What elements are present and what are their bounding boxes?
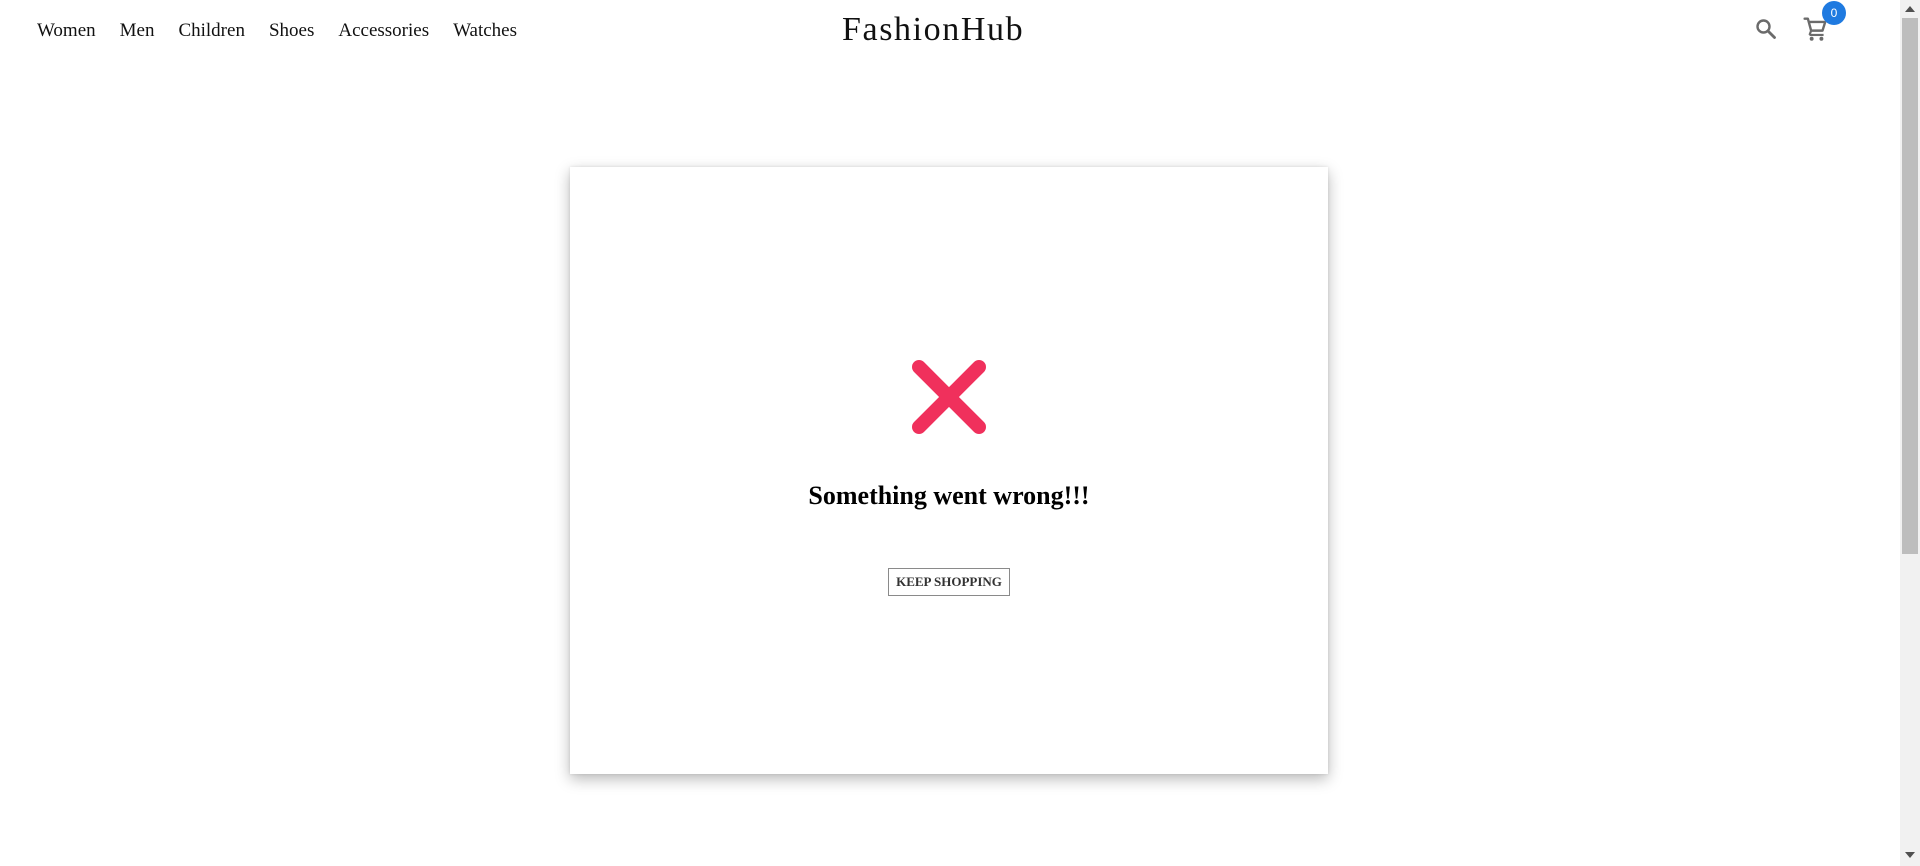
nav-item-women[interactable]: Women: [37, 19, 96, 43]
nav-item-shoes[interactable]: Shoes: [269, 19, 314, 43]
error-message: Something went wrong!!!: [808, 481, 1090, 510]
cart-count-badge: 0: [1822, 1, 1846, 25]
nav-item-children[interactable]: Children: [178, 19, 245, 43]
error-card: Something went wrong!!! KEEP SHOPPING: [570, 167, 1328, 774]
header-actions: 0: [1752, 1, 1846, 44]
error-x-icon: [912, 360, 986, 434]
scroll-up-arrow-icon[interactable]: [1905, 6, 1915, 12]
keep-shopping-button[interactable]: KEEP SHOPPING: [888, 568, 1010, 596]
cart-button[interactable]: 0: [1802, 1, 1846, 43]
nav-item-men[interactable]: Men: [120, 19, 155, 43]
nav-item-watches[interactable]: Watches: [453, 19, 517, 43]
page: Women Men Children Shoes Accessories Wat…: [0, 0, 1920, 866]
search-icon: [1756, 19, 1776, 39]
scroll-down-arrow-icon[interactable]: [1905, 852, 1915, 858]
main-nav: Women Men Children Shoes Accessories Wat…: [37, 19, 541, 43]
search-button[interactable]: [1752, 15, 1780, 43]
site-header: Women Men Children Shoes Accessories Wat…: [0, 0, 1900, 62]
nav-item-accessories[interactable]: Accessories: [338, 19, 429, 43]
scroll-thumb[interactable]: [1902, 18, 1918, 554]
page-scrollbar[interactable]: [1900, 0, 1920, 866]
brand-logo[interactable]: FashionHub: [842, 9, 1024, 51]
